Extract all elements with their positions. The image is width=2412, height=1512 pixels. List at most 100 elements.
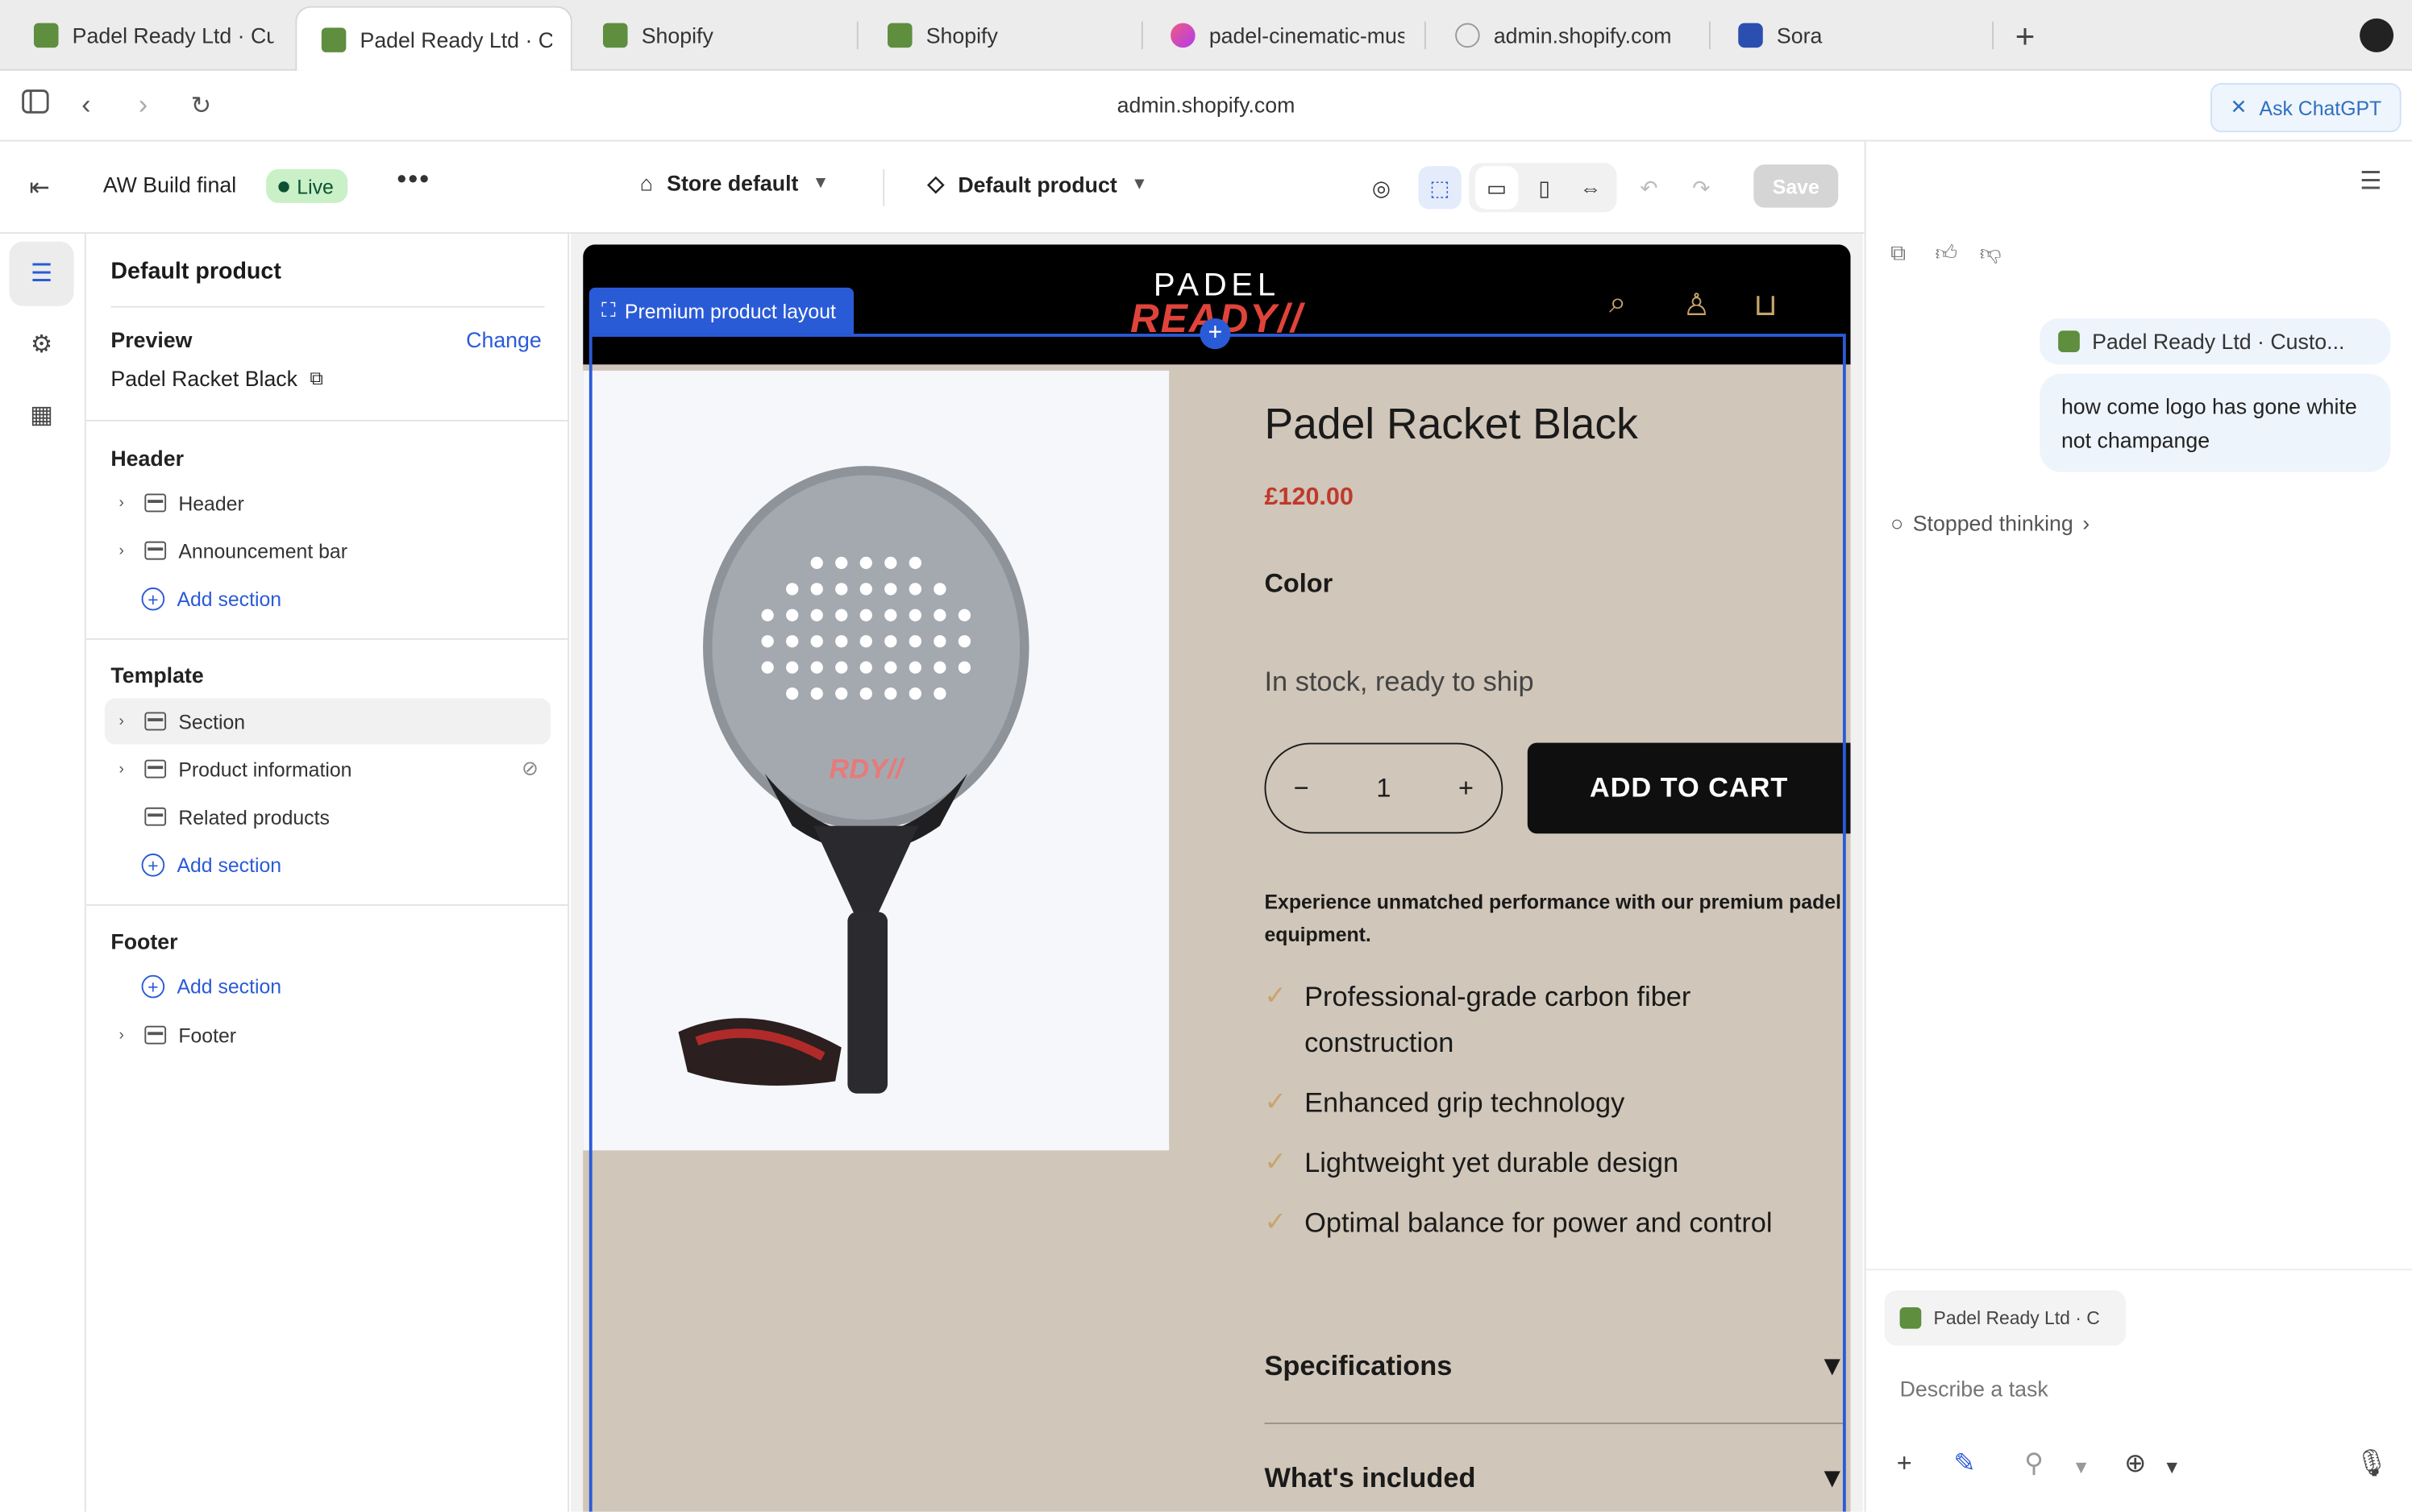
tab-label: Shopify [641,23,713,48]
section-item-label: Related products [178,804,330,829]
section-item-announcement-bar[interactable]: › Announcement bar [105,527,551,573]
insert-section-plus-icon[interactable]: + [1200,318,1231,350]
sora-icon [1738,23,1763,48]
tab-label: Padel Ready Ltd · Cu [72,23,274,48]
attached-tab-label: Padel Ready Ltd · C [1933,1306,2100,1329]
browser-tab[interactable]: padel-cinematic-mus [1146,6,1423,65]
section-item-label: Footer [178,1023,237,1047]
gradient-app-icon [1171,23,1196,48]
browser-tab-strip: Padel Ready Ltd · Cu Padel Ready Ltd · C… [0,0,2412,71]
storefront-preview: PADEL READY// ⌕ ♙ ⊔ [583,244,1851,1512]
hidden-eye-icon[interactable]: ⊘ [522,757,539,782]
sections-panel: Default product Preview Change Padel Rac… [85,234,570,1512]
compass-icon [1455,23,1480,48]
section-item-label: Section [178,709,246,733]
chat-input[interactable] [1899,1376,2362,1402]
inspector-select-icon[interactable]: ⬚ [1418,166,1462,210]
thumbs-down-icon[interactable]: 👎︎ [1980,240,2002,266]
add-attachment-icon[interactable]: + [1897,1448,1912,1479]
section-item-footer[interactable]: › Footer [105,1012,551,1058]
section-item-related-products[interactable]: Related products [105,794,551,840]
chatgpt-sidebar: ☰ ⧉ 👍︎ 👎︎ Padel Ready Ltd · Custo... how… [1864,141,2412,1512]
ask-chatgpt-button[interactable]: ✕ Ask ChatGPT [2210,83,2402,133]
copy-icon[interactable]: ⧉ [1890,240,1906,266]
search-icon[interactable]: ⌕ [1609,286,1626,322]
apps-icon[interactable]: ▦ [9,383,73,447]
divider [110,305,545,308]
more-options-icon[interactable]: ••• [397,163,430,195]
preview-product-link[interactable]: Padel Racket Black ⧉ [110,366,322,391]
fullwidth-view-icon[interactable]: ⇔ [1569,166,1611,209]
store-select[interactable]: ⌂ Store default ▼ [640,171,830,196]
browser-tab[interactable]: Shopify [863,6,1139,65]
address-bar: ‹ › ↻ admin.shopify.com ✕ Ask ChatGPT [0,70,2412,142]
section-item-product-information[interactable]: › Product information ⊘ [105,746,551,791]
save-button[interactable]: Save [1753,164,1839,208]
template-select[interactable]: ◇ Default product ▼ [928,171,1148,197]
chevron-right-icon: › [119,494,124,512]
add-section-button[interactable]: + Add section [141,587,282,611]
add-section-label: Add section [177,587,282,611]
microphone-icon[interactable]: 🎙︎ [2355,1448,2388,1479]
tab-separator [856,21,859,50]
theme-name: AW Build final [102,172,237,197]
add-section-button[interactable]: + Add section [141,974,282,999]
add-section-label: Add section [177,974,282,999]
section-icon [144,807,167,826]
new-tab-icon[interactable]: + [2015,17,2036,57]
ai-sparkle-icon[interactable]: ◎ [1360,166,1403,209]
context-chip[interactable]: Padel Ready Ltd · Custo... [2040,318,2391,365]
agent-mode-icon[interactable]: ✎ [1953,1448,1975,1479]
section-item-label: Product information [178,757,352,781]
account-icon[interactable]: ♙ [1683,286,1711,325]
browser-tab[interactable]: admin.shopify.com [1431,6,1707,65]
editor-icon-rail: ☰ ⚙ ▦ [0,234,86,1512]
section-item-section[interactable]: › Section [104,698,551,745]
undo-icon[interactable]: ↶ [1628,166,1670,209]
add-section-button[interactable]: + Add section [141,854,282,877]
attached-tab-chip[interactable]: Padel Ready Ltd · C [1884,1290,2127,1346]
plus-circle-icon: + [141,854,165,877]
section-icon [144,712,167,731]
ask-chatgpt-label: Ask ChatGPT [2259,96,2382,119]
change-preview-link[interactable]: Change [466,327,542,352]
globe-icon[interactable]: ⊕ [2124,1448,2146,1479]
shopify-icon [33,23,59,48]
browser-tab[interactable]: Sora [1714,6,1990,65]
selected-section-label: Premium product layout [624,299,836,322]
live-dot-icon [278,181,289,192]
chevron-right-icon: › [119,712,124,730]
section-item-header[interactable]: › Header [105,480,551,525]
redo-icon[interactable]: ↷ [1680,166,1723,209]
tab-label: Shopify [925,23,998,48]
chevron-down-icon[interactable]: ▼ [2072,1456,2090,1478]
tab-separator [1424,21,1426,50]
theme-settings-gear-icon[interactable]: ⚙ [9,312,73,376]
browser-tab[interactable]: Shopify [578,6,858,65]
store-icon: ⌂ [639,170,653,196]
exit-icon[interactable]: ⇤ [29,172,50,203]
selected-section-tag[interactable]: ⛶ Premium product layout [588,287,855,334]
browser-tab[interactable]: Padel Ready Ltd · Cu [9,6,292,65]
thumbs-up-icon[interactable]: 👍︎ [1935,240,1957,266]
chevron-right-icon: › [119,542,124,559]
profile-avatar-icon[interactable] [2360,18,2394,52]
preview-canvas: PADEL READY// ⌕ ♙ ⊔ [570,234,1863,1512]
chevron-down-icon[interactable]: ▼ [2163,1456,2181,1478]
section-select-icon: ⛶ [601,298,616,322]
browser-tab-active[interactable]: Padel Ready Ltd · Cu [295,6,572,71]
url-field[interactable]: admin.shopify.com [0,92,2412,117]
section-icon [144,1025,167,1045]
mobile-view-icon[interactable]: ▯ [1523,166,1566,209]
add-section-label: Add section [177,854,282,877]
tab-separator [1708,21,1711,50]
chevron-down-icon: ▼ [1130,174,1148,193]
desktop-view-icon[interactable]: ▭ [1474,166,1519,210]
section-icon [144,493,167,513]
sections-icon[interactable]: ☰ [9,241,74,306]
menu-icon[interactable]: ☰ [2360,166,2381,197]
section-icon [144,541,167,560]
cart-icon[interactable]: ⊔ [1753,286,1778,325]
thinking-status[interactable]: ○ Stopped thinking › [1890,511,2090,536]
tools-icon[interactable]: ⚲ [2024,1448,2044,1479]
